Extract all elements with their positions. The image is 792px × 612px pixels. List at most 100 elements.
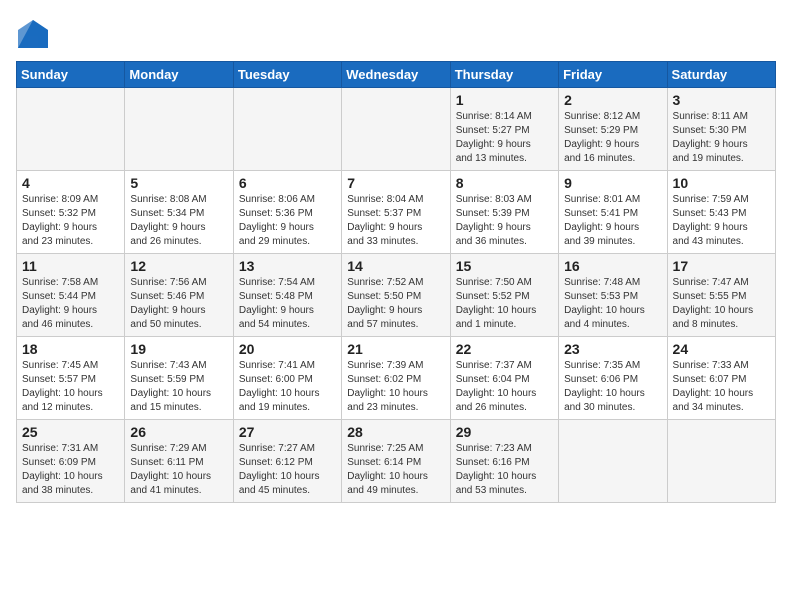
calendar-cell: 26Sunrise: 7:29 AM Sunset: 6:11 PM Dayli… xyxy=(125,420,233,503)
cell-info-text: Sunrise: 7:45 AM Sunset: 5:57 PM Dayligh… xyxy=(22,359,119,415)
cell-info-text: Sunrise: 7:41 AM Sunset: 6:00 PM Dayligh… xyxy=(239,359,336,415)
day-number: 5 xyxy=(130,175,227,191)
cell-info-text: Sunrise: 8:08 AM Sunset: 5:34 PM Dayligh… xyxy=(130,193,227,249)
day-number: 13 xyxy=(239,258,336,274)
col-header-thursday: Thursday xyxy=(450,62,558,88)
cell-info-text: Sunrise: 8:06 AM Sunset: 5:36 PM Dayligh… xyxy=(239,193,336,249)
day-number: 6 xyxy=(239,175,336,191)
cell-info-text: Sunrise: 7:33 AM Sunset: 6:07 PM Dayligh… xyxy=(673,359,770,415)
calendar-cell: 20 Sunrise: 7:41 AM Sunset: 6:00 PM Dayli… xyxy=(233,337,341,420)
calendar-cell: 21 Sunrise: 7:39 AM Sunset: 6:02 PM Dayli… xyxy=(342,337,450,420)
calendar-cell: 13 Sunrise: 7:54 AM Sunset: 5:48 PM Dayli… xyxy=(233,254,341,337)
day-number: 29 xyxy=(456,424,553,440)
cell-info-text: Sunrise: 7:50 AM Sunset: 5:52 PM Dayligh… xyxy=(456,276,553,332)
day-number: 19 xyxy=(130,341,227,357)
cell-info-text: Sunrise: 8:04 AM Sunset: 5:37 PM Dayligh… xyxy=(347,193,444,249)
day-number: 1 xyxy=(456,92,553,108)
calendar-week-1: 1 Sunrise: 8:14 AM Sunset: 5:27 PM Daylig… xyxy=(17,88,776,171)
calendar-cell: 22 Sunrise: 7:37 AM Sunset: 6:04 PM Dayli… xyxy=(450,337,558,420)
calendar-cell: 25 Sunrise: 7:31 AM Sunset: 6:09 PM Dayli… xyxy=(17,420,125,503)
cell-info-text: Sunrise: 7:31 AM Sunset: 6:09 PM Dayligh… xyxy=(22,442,119,498)
calendar-cell xyxy=(17,88,125,171)
day-number: 16 xyxy=(564,258,661,274)
calendar-week-2: 4 Sunrise: 8:09 AM Sunset: 5:32 PM Daylig… xyxy=(17,171,776,254)
calendar-cell: 4 Sunrise: 8:09 AM Sunset: 5:32 PM Daylig… xyxy=(17,171,125,254)
cell-info-text: Sunrise: 7:37 AM Sunset: 6:04 PM Dayligh… xyxy=(456,359,553,415)
cell-info-text: Sunrise: 7:43 AM Sunset: 5:59 PM Dayligh… xyxy=(130,359,227,415)
calendar-cell: 27 Sunrise: 7:27 AM Sunset: 6:12 PM Dayli… xyxy=(233,420,341,503)
cell-info-text: Sunrise: 7:39 AM Sunset: 6:02 PM Dayligh… xyxy=(347,359,444,415)
day-number: 23 xyxy=(564,341,661,357)
calendar-cell: 29 Sunrise: 7:23 AM Sunset: 6:16 PM Dayli… xyxy=(450,420,558,503)
day-number: 20 xyxy=(239,341,336,357)
calendar-cell: 15 Sunrise: 7:50 AM Sunset: 5:52 PM Dayli… xyxy=(450,254,558,337)
cell-info-text: Sunrise: 7:48 AM Sunset: 5:53 PM Dayligh… xyxy=(564,276,661,332)
logo-icon xyxy=(18,20,48,48)
day-number: 25 xyxy=(22,424,119,440)
calendar-cell: 17 Sunrise: 7:47 AM Sunset: 5:55 PM Dayli… xyxy=(667,254,775,337)
col-header-wednesday: Wednesday xyxy=(342,62,450,88)
calendar-cell: 23 Sunrise: 7:35 AM Sunset: 6:06 PM Dayli… xyxy=(559,337,667,420)
calendar-cell: 5 Sunrise: 8:08 AM Sunset: 5:34 PM Daylig… xyxy=(125,171,233,254)
page-header xyxy=(16,16,776,53)
cell-info-text: Sunrise: 7:25 AM Sunset: 6:14 PM Dayligh… xyxy=(347,442,444,498)
calendar-cell xyxy=(667,420,775,503)
day-number: 4 xyxy=(22,175,119,191)
col-header-tuesday: Tuesday xyxy=(233,62,341,88)
day-number: 12 xyxy=(130,258,227,274)
calendar-cell: 7 Sunrise: 8:04 AM Sunset: 5:37 PM Daylig… xyxy=(342,171,450,254)
day-number: 9 xyxy=(564,175,661,191)
calendar-cell: 6 Sunrise: 8:06 AM Sunset: 5:36 PM Daylig… xyxy=(233,171,341,254)
calendar-cell xyxy=(342,88,450,171)
cell-info-text: Sunrise: 8:03 AM Sunset: 5:39 PM Dayligh… xyxy=(456,193,553,249)
calendar-cell: 11Sunrise: 7:58 AM Sunset: 5:44 PM Dayli… xyxy=(17,254,125,337)
col-header-friday: Friday xyxy=(559,62,667,88)
calendar-cell: 19 Sunrise: 7:43 AM Sunset: 5:59 PM Dayli… xyxy=(125,337,233,420)
cell-info-text: Sunrise: 7:54 AM Sunset: 5:48 PM Dayligh… xyxy=(239,276,336,332)
calendar-cell: 24 Sunrise: 7:33 AM Sunset: 6:07 PM Dayli… xyxy=(667,337,775,420)
calendar-cell: 9 Sunrise: 8:01 AM Sunset: 5:41 PM Daylig… xyxy=(559,171,667,254)
day-number: 28 xyxy=(347,424,444,440)
day-number: 17 xyxy=(673,258,770,274)
day-number: 18 xyxy=(22,341,119,357)
calendar-week-3: 11Sunrise: 7:58 AM Sunset: 5:44 PM Dayli… xyxy=(17,254,776,337)
day-number: 15 xyxy=(456,258,553,274)
cell-info-text: Sunrise: 8:09 AM Sunset: 5:32 PM Dayligh… xyxy=(22,193,119,249)
cell-info-text: Sunrise: 8:14 AM Sunset: 5:27 PM Dayligh… xyxy=(456,110,553,166)
cell-info-text: Sunrise: 7:52 AM Sunset: 5:50 PM Dayligh… xyxy=(347,276,444,332)
cell-info-text: Sunrise: 7:29 AM Sunset: 6:11 PM Dayligh… xyxy=(130,442,227,498)
calendar-cell: 18 Sunrise: 7:45 AM Sunset: 5:57 PM Dayli… xyxy=(17,337,125,420)
col-header-saturday: Saturday xyxy=(667,62,775,88)
cell-info-text: Sunrise: 7:27 AM Sunset: 6:12 PM Dayligh… xyxy=(239,442,336,498)
cell-info-text: Sunrise: 7:56 AM Sunset: 5:46 PM Dayligh… xyxy=(130,276,227,332)
cell-info-text: Sunrise: 7:59 AM Sunset: 5:43 PM Dayligh… xyxy=(673,193,770,249)
day-number: 27 xyxy=(239,424,336,440)
cell-info-text: Sunrise: 7:58 AM Sunset: 5:44 PM Dayligh… xyxy=(22,276,119,332)
day-number: 7 xyxy=(347,175,444,191)
col-header-sunday: Sunday xyxy=(17,62,125,88)
cell-info-text: Sunrise: 8:01 AM Sunset: 5:41 PM Dayligh… xyxy=(564,193,661,249)
cell-info-text: Sunrise: 8:12 AM Sunset: 5:29 PM Dayligh… xyxy=(564,110,661,166)
calendar-header-row: SundayMondayTuesdayWednesdayThursdayFrid… xyxy=(17,62,776,88)
calendar-cell xyxy=(233,88,341,171)
calendar-cell: 8 Sunrise: 8:03 AM Sunset: 5:39 PM Daylig… xyxy=(450,171,558,254)
calendar-cell: 2 Sunrise: 8:12 AM Sunset: 5:29 PM Daylig… xyxy=(559,88,667,171)
calendar-cell: 10Sunrise: 7:59 AM Sunset: 5:43 PM Dayli… xyxy=(667,171,775,254)
calendar-cell: 12 Sunrise: 7:56 AM Sunset: 5:46 PM Dayli… xyxy=(125,254,233,337)
cell-info-text: Sunrise: 7:23 AM Sunset: 6:16 PM Dayligh… xyxy=(456,442,553,498)
day-number: 8 xyxy=(456,175,553,191)
calendar-cell: 16 Sunrise: 7:48 AM Sunset: 5:53 PM Dayli… xyxy=(559,254,667,337)
cell-info-text: Sunrise: 7:35 AM Sunset: 6:06 PM Dayligh… xyxy=(564,359,661,415)
calendar-cell: 28 Sunrise: 7:25 AM Sunset: 6:14 PM Dayli… xyxy=(342,420,450,503)
logo xyxy=(16,20,48,53)
day-number: 3 xyxy=(673,92,770,108)
calendar-cell: 1 Sunrise: 8:14 AM Sunset: 5:27 PM Daylig… xyxy=(450,88,558,171)
calendar-cell xyxy=(559,420,667,503)
day-number: 22 xyxy=(456,341,553,357)
day-number: 21 xyxy=(347,341,444,357)
cell-info-text: Sunrise: 8:11 AM Sunset: 5:30 PM Dayligh… xyxy=(673,110,770,166)
col-header-monday: Monday xyxy=(125,62,233,88)
day-number: 2 xyxy=(564,92,661,108)
cell-info-text: Sunrise: 7:47 AM Sunset: 5:55 PM Dayligh… xyxy=(673,276,770,332)
day-number: 24 xyxy=(673,341,770,357)
